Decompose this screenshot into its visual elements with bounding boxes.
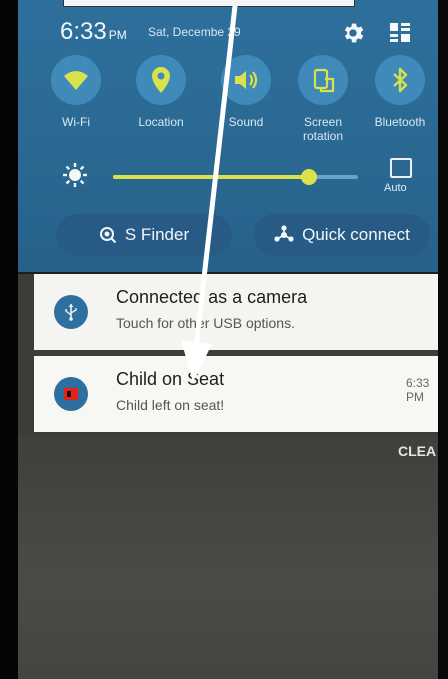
search-icon (99, 226, 117, 244)
quick-connect-label: Quick connect (302, 225, 410, 244)
toggle-bluetooth[interactable]: Bluetooth (367, 55, 433, 129)
toggle-label: Sound (228, 115, 264, 129)
brightness-slider[interactable] (113, 169, 358, 185)
alert-icon (54, 377, 88, 411)
auto-brightness-checkbox[interactable] (390, 158, 412, 178)
toggle-label: Bluetooth (374, 115, 426, 129)
brightness-row: Auto (18, 152, 438, 197)
quick-settings-panel: 6:33 PM Sat, Decembe 29 Wi-Fi Location S… (18, 0, 438, 272)
date-label: Sat, Decembe 29 (148, 25, 241, 39)
toggle-wifi[interactable]: Wi-Fi (43, 55, 109, 129)
edit-grid-icon[interactable] (388, 22, 412, 44)
sound-icon (235, 71, 258, 89)
screen-rotation-circle (298, 55, 348, 105)
brightness-icon (63, 163, 87, 187)
usb-icon (54, 295, 88, 329)
notification-shade-background (18, 435, 438, 679)
notification-child-on-seat[interactable]: Child on Seat Child left on seat! 6:33 P… (34, 356, 438, 432)
s-finder-label: S Finder (124, 225, 190, 244)
s-finder-button[interactable]: S Finder (56, 214, 232, 256)
toggle-location[interactable]: Location (128, 55, 194, 129)
quick-connect-button[interactable]: Quick connect (254, 214, 430, 256)
screen-left-edge (0, 0, 18, 679)
brightness-slider-thumb[interactable] (301, 169, 317, 185)
toggle-label: Screen rotation (302, 115, 344, 143)
notification-text: Child left on seat! (116, 397, 225, 413)
clock-time: 6:33 (60, 18, 107, 45)
status-row: 6:33 PM Sat, Decembe 29 (18, 12, 438, 48)
bluetooth-icon (393, 67, 408, 93)
clock: 6:33 PM (60, 18, 127, 46)
clear-button[interactable]: CLEA (398, 443, 436, 459)
location-icon (152, 67, 170, 93)
quick-connect-icon (274, 225, 294, 245)
sound-circle (221, 55, 271, 105)
phone-screen: 6:33 PM Sat, Decembe 29 Wi-Fi Location S… (18, 0, 438, 679)
notification-title: Child on Seat (116, 369, 225, 389)
toggle-screen-rotation[interactable]: Screen rotation (290, 55, 356, 143)
top-annotation-box (63, 0, 355, 7)
gear-icon[interactable] (340, 20, 366, 46)
toggle-label: Location (138, 115, 184, 129)
wifi-icon (64, 71, 88, 90)
screen-right-edge (438, 0, 448, 679)
clock-ampm: PM (108, 28, 127, 42)
notification-time: 6:33 PM (406, 376, 430, 404)
notification-text: Touch for other USB options. (116, 315, 295, 331)
brightness-slider-fill (113, 175, 309, 179)
toggle-sound[interactable]: Sound (213, 55, 279, 129)
toggle-label: Wi-Fi (62, 115, 90, 129)
notification-usb[interactable]: Connected as a camera Touch for other US… (34, 274, 438, 350)
notification-title: Connected as a camera (116, 287, 308, 307)
wifi-circle (51, 55, 101, 105)
screen-rotation-icon (313, 68, 335, 93)
auto-brightness-label: Auto (384, 182, 407, 194)
bluetooth-circle (375, 55, 425, 105)
location-circle (136, 55, 186, 105)
